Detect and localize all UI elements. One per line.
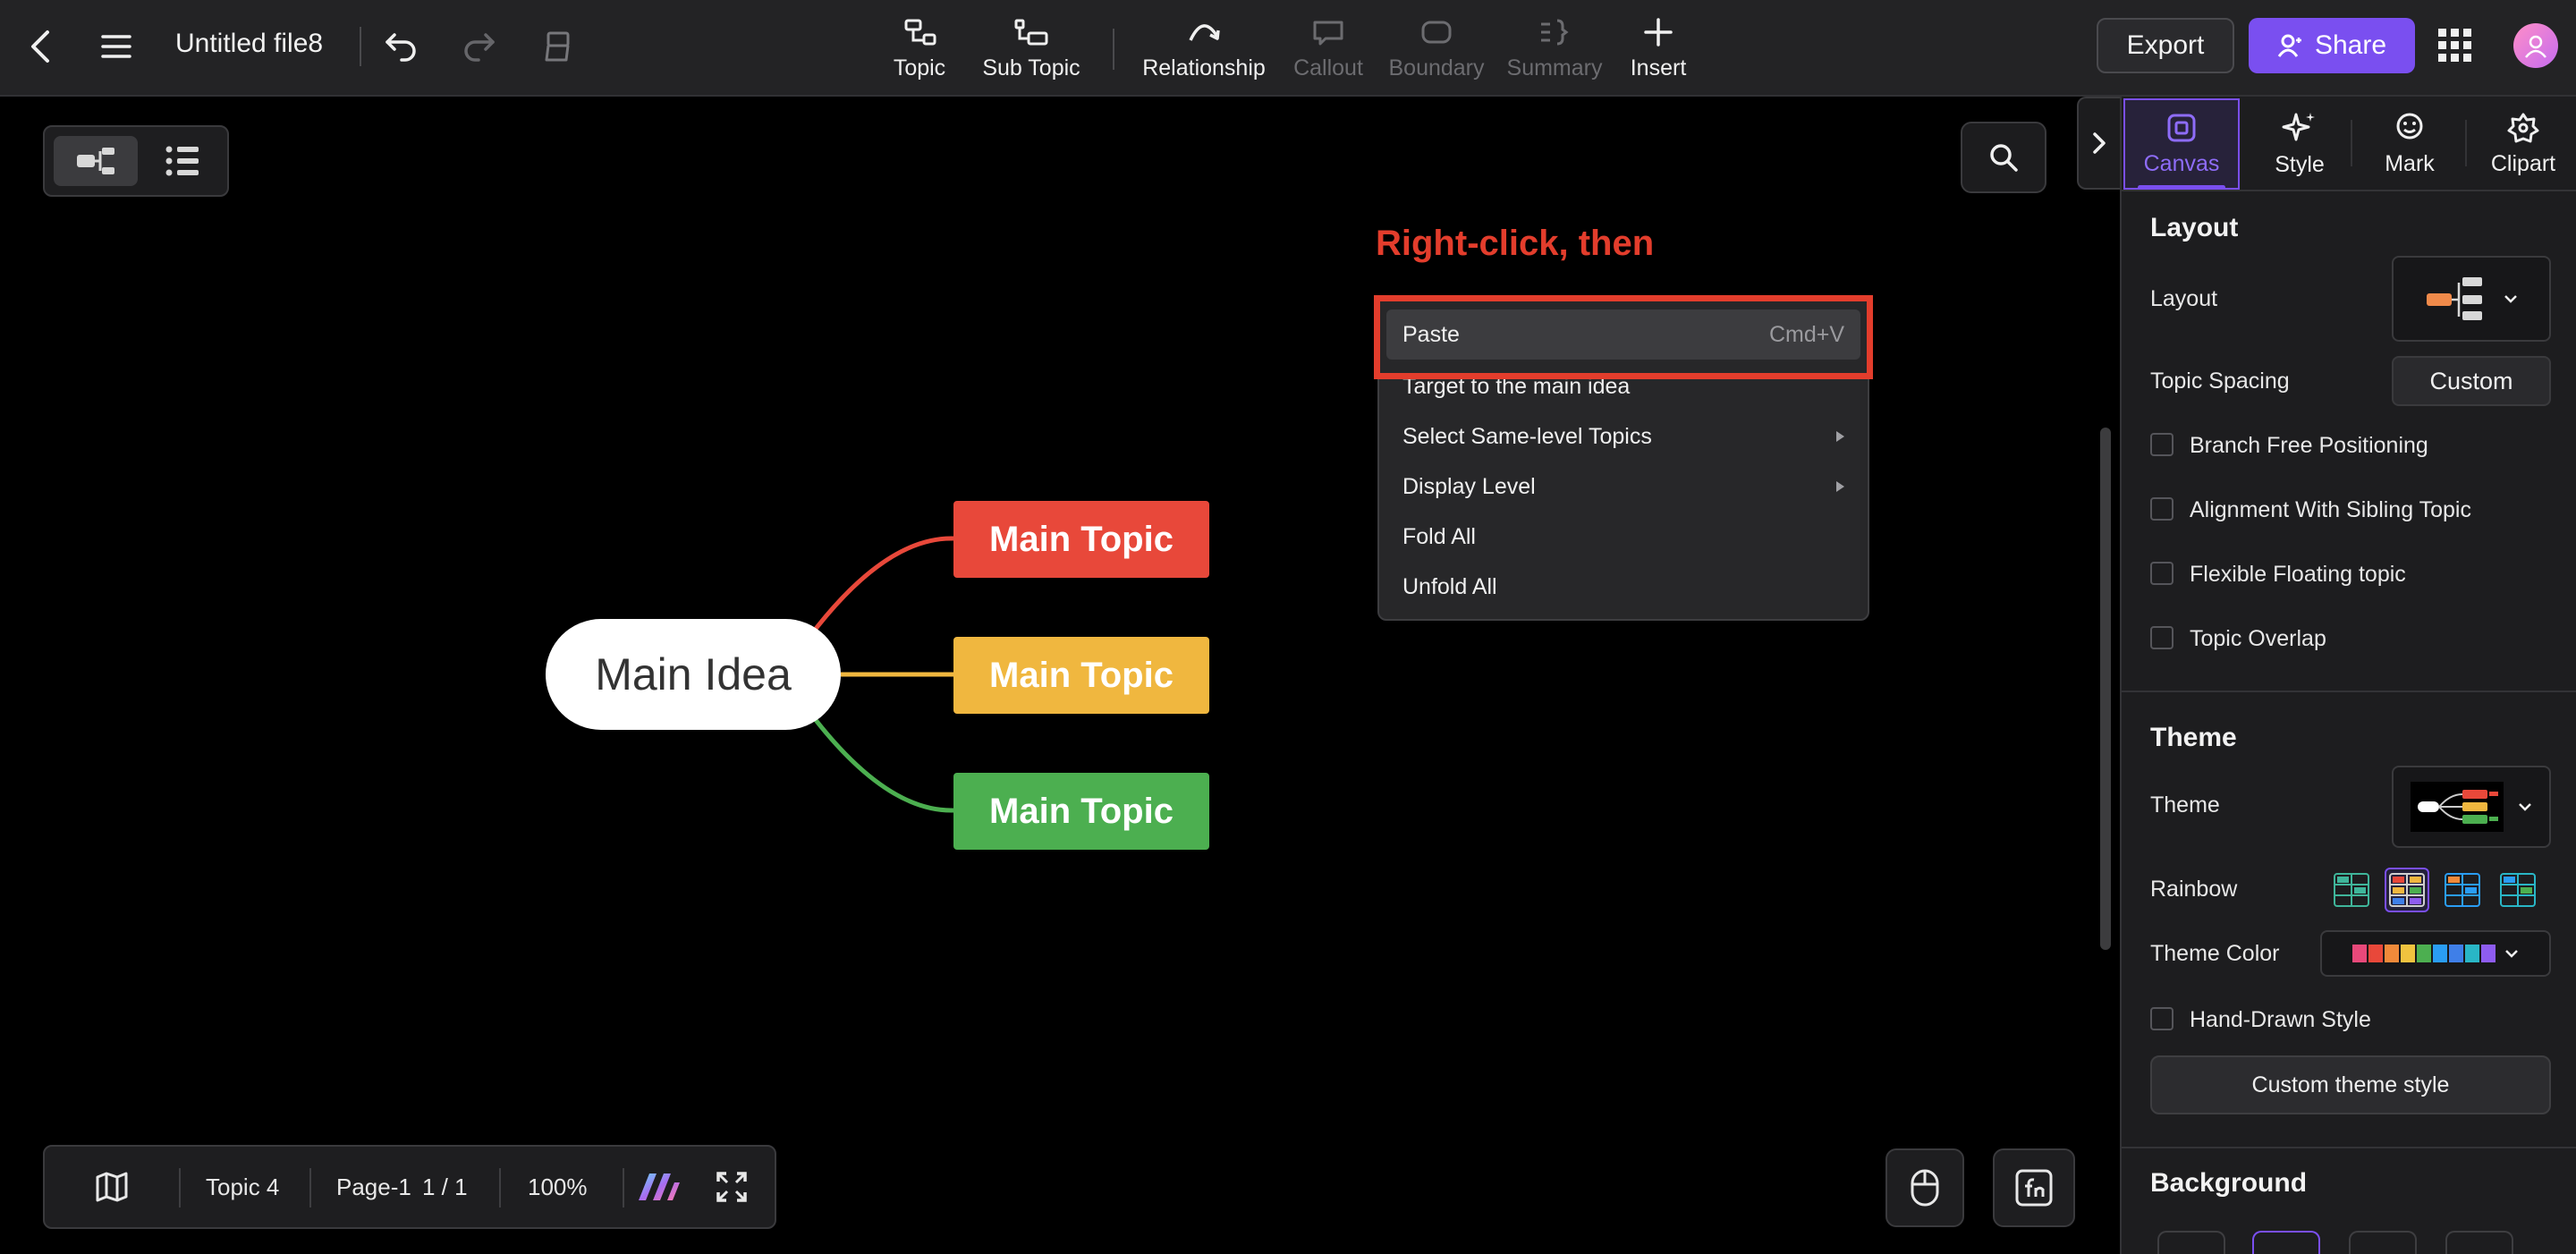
main-topic-node[interactable]: Main Topic [953,773,1209,850]
custom-theme-style-button[interactable]: Custom theme style [2150,1055,2551,1114]
menu-item-fold-all[interactable]: Fold All [1386,512,1860,562]
panel-tabs: Canvas Style Mark Clipart [2122,97,2576,191]
menu-item-select-same-level[interactable]: Select Same-level Topics [1386,411,1860,462]
divider [2351,120,2352,166]
apps-grid-icon[interactable] [2436,27,2472,63]
theme-select[interactable] [2392,766,2551,848]
menu-item-target-main-idea[interactable]: Target to the main idea [1386,361,1860,411]
tab-style[interactable]: Style [2250,98,2349,190]
share-user-icon [2277,33,2302,58]
map-overview-icon[interactable] [95,1147,129,1227]
share-button[interactable]: Share [2249,18,2415,73]
menu-item-unfold-all[interactable]: Unfold All [1386,562,1860,612]
function-button[interactable] [1993,1148,2075,1227]
rainbow-label: Rainbow [2150,877,2238,902]
checkbox-label: Alignment With Sibling Topic [2190,497,2471,522]
theme-color-swatches [2352,945,2496,962]
layout-select[interactable] [2392,256,2551,342]
checkbox-label: Topic Overlap [2190,626,2326,651]
background-section-title: Background [2150,1168,2308,1198]
background-option[interactable] [2157,1231,2225,1254]
shortcut-label: Cmd+V [1768,321,1844,347]
canvas-icon [2167,114,2196,141]
checkbox-label: Flexible Floating topic [2190,562,2406,587]
theme-color-select[interactable] [2320,930,2551,977]
mindmap-connectors [808,536,954,813]
fn-icon [2015,1169,2053,1207]
main-idea-node[interactable]: Main Idea [546,619,841,730]
background-option[interactable] [2349,1231,2417,1254]
theme-section-title: Theme [2150,723,2237,752]
main-topic-node[interactable]: Main Topic [953,501,1209,578]
page-label[interactable]: Page-1 [336,1147,411,1227]
chevron-down-icon [2505,950,2518,958]
zoom-level[interactable]: 100% [528,1147,588,1227]
layout-preview-icon [2427,277,2482,320]
clipart-icon [2507,113,2539,142]
annotation-hint: Right-click, then [1376,224,1655,263]
tab-clipart[interactable]: Clipart [2470,98,2576,190]
layout-label: Layout [2150,286,2218,311]
divider [179,1168,181,1207]
bottom-status-bar: Topic 4 Page-1 1 / 1 100% [43,1145,776,1229]
chevron-down-icon [2519,803,2531,811]
chevron-down-icon [2504,295,2517,303]
topic-spacing-label: Topic Spacing [2150,369,2290,394]
checkbox-label: Hand-Drawn Style [2190,1007,2371,1032]
background-option-selected[interactable] [2252,1231,2320,1254]
checkbox-label: Branch Free Positioning [2190,433,2428,458]
fullscreen-icon[interactable] [716,1147,748,1227]
theme-color-swatch [2465,945,2479,962]
theme-preview-icon [2411,782,2504,832]
section-divider [2122,691,2576,692]
alignment-sibling-checkbox[interactable] [2150,497,2174,521]
theme-color-swatch [2368,945,2383,962]
theme-label: Theme [2150,792,2220,818]
theme-color-swatch [2401,945,2415,962]
topic-spacing-button[interactable]: Custom [2392,356,2551,406]
theme-color-swatch [2449,945,2463,962]
right-properties-panel: Canvas Style Mark Clipart Layout Layout … [2120,97,2576,1254]
smiley-icon [2396,113,2423,139]
layout-section-title: Layout [2150,213,2239,242]
rainbow-option[interactable] [2329,868,2374,912]
mouse-icon [1911,1169,1939,1207]
menu-item-display-level[interactable]: Display Level [1386,462,1860,512]
rainbow-option[interactable] [2440,868,2485,912]
theme-color-swatch [2481,945,2496,962]
ai-logo-icon[interactable] [635,1147,682,1227]
topic-count: Topic 4 [206,1173,280,1200]
submenu-arrow-icon [1836,481,1844,492]
rainbow-option-selected[interactable] [2385,868,2429,912]
flexible-floating-checkbox[interactable] [2150,562,2174,585]
page-count: 1 / 1 [422,1173,468,1200]
hand-drawn-style-checkbox[interactable] [2150,1007,2174,1030]
theme-color-swatch [2417,945,2431,962]
tab-mark[interactable]: Mark [2356,98,2463,190]
section-divider [2122,1147,2576,1148]
mouse-mode-button[interactable] [1885,1148,1964,1227]
theme-color-swatch [2385,945,2399,962]
context-menu: Paste Cmd+V Target to the main idea Sele… [1377,295,1869,621]
divider [2465,120,2467,166]
divider [309,1168,311,1207]
share-label: Share [2314,30,2387,60]
tab-canvas[interactable]: Canvas [2123,98,2240,190]
theme-color-swatch [2352,945,2367,962]
main-topic-node[interactable]: Main Topic [953,637,1209,714]
avatar[interactable] [2513,23,2558,68]
rainbow-option[interactable] [2496,868,2540,912]
menu-item-paste[interactable]: Paste Cmd+V [1386,309,1860,360]
branch-connector-green [808,710,954,813]
topic-overlap-checkbox[interactable] [2150,626,2174,649]
sparkle-icon [2282,112,2315,140]
divider [499,1168,501,1207]
theme-color-label: Theme Color [2150,941,2280,966]
submenu-arrow-icon [1836,431,1844,442]
branch-connector-red [808,536,954,639]
theme-color-swatch [2433,945,2447,962]
divider [623,1168,624,1207]
background-option[interactable] [2445,1231,2513,1254]
branch-free-positioning-checkbox[interactable] [2150,433,2174,456]
